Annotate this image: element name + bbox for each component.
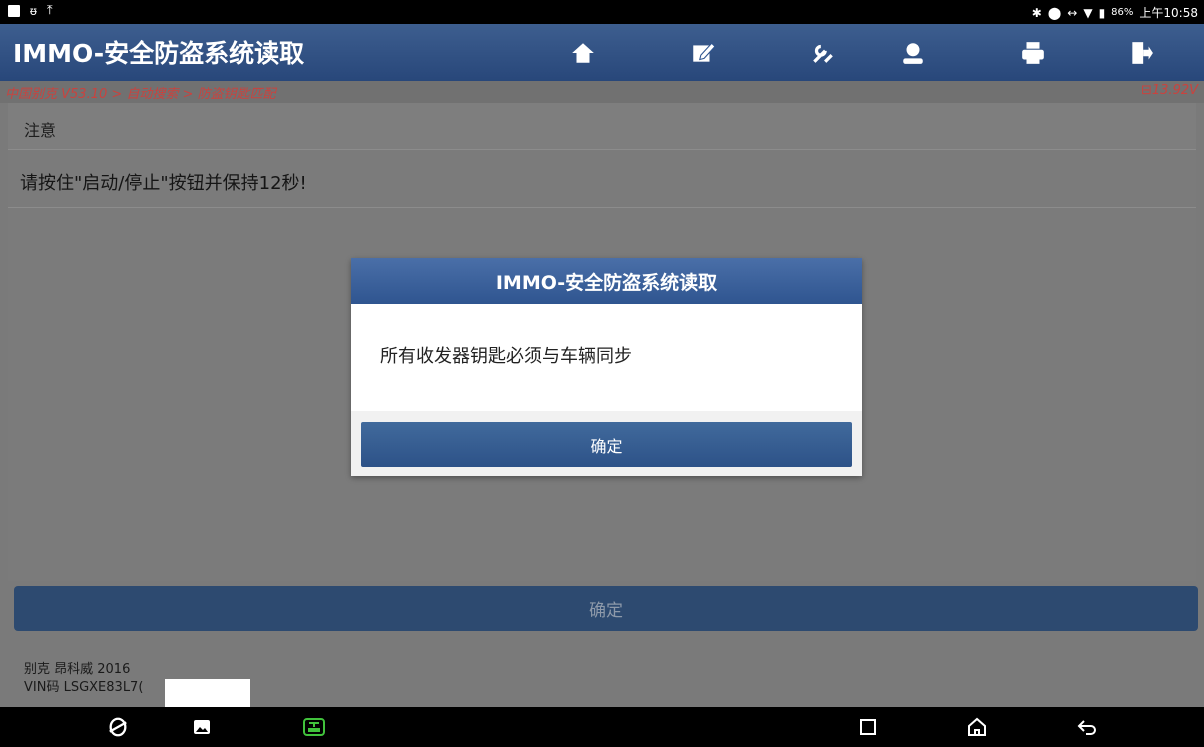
page-title: IMMO-安全防盗系统读取 <box>13 39 305 68</box>
home-nav-icon[interactable] <box>965 716 989 738</box>
gallery-icon[interactable] <box>190 716 214 738</box>
data-icon: ↔ <box>1067 5 1078 20</box>
alert-dialog: IMMO-安全防盗系统读取 所有收发器钥匙必须与车辆同步 确定 <box>351 258 862 476</box>
upload-icon: ⤒ <box>46 3 53 18</box>
battery-level: 86% <box>1111 7 1134 18</box>
dnd-icon: ⬤ <box>1047 5 1062 20</box>
dialog-ok-button[interactable]: 确定 <box>361 422 852 467</box>
voltage-value: 13.92V <box>1151 83 1198 98</box>
vin-number: VIN码 LSGXE83L7( <box>24 680 144 695</box>
back-icon[interactable] <box>1075 716 1099 738</box>
exit-icon <box>1132 41 1153 64</box>
vehicle-name: 别克 昂科威 2016 <box>24 662 131 677</box>
battery-icon: ▮ <box>1098 5 1106 20</box>
home-button[interactable] <box>520 24 646 81</box>
recents-icon[interactable] <box>856 716 880 738</box>
tools-icon <box>813 44 833 63</box>
nav-bar <box>0 707 1204 747</box>
instruction-row: 请按住"启动/停止"按钮并保持12秒! <box>8 150 1196 208</box>
browser-icon[interactable] <box>106 716 130 738</box>
panel-heading: 注意 <box>24 121 57 140</box>
user-button[interactable] <box>850 24 976 81</box>
vin-redaction <box>165 679 250 707</box>
dialog-message: 所有收发器钥匙必须与车辆同步 <box>380 346 632 367</box>
status-bar: ᵿ ⤒ ✱ ⬤ ↔ ▼ ▮ 86% 上午10:58 <box>0 0 1204 24</box>
user-icon <box>903 42 923 64</box>
battery-voltage: ⊟13.92V <box>1141 83 1198 98</box>
dialog-footer: 确定 <box>351 411 862 476</box>
instruction-text: 请按住"启动/停止"按钮并保持12秒! <box>20 173 307 194</box>
wifi-icon: ▼ <box>1083 5 1093 20</box>
home-icon <box>572 42 594 63</box>
dialog-title: IMMO-安全防盗系统读取 <box>351 258 862 304</box>
breadcrumb: 中国别克 V53.10 > 自动搜索 > 防盗钥匙匹配 ⊟13.92V <box>0 81 1204 103</box>
title-bar: IMMO-安全防盗系统读取 <box>0 24 1204 81</box>
photo-icon <box>8 4 20 17</box>
vci-icon[interactable] <box>302 716 326 738</box>
edit-icon <box>693 41 716 62</box>
exit-button[interactable] <box>1078 24 1204 81</box>
panel-header: 注意 <box>8 103 1196 150</box>
usb-icon: ᵿ <box>30 3 37 18</box>
confirm-button[interactable]: 确定 <box>14 586 1198 631</box>
vehicle-info: 别克 昂科威 2016 VIN码 LSGXE83L7( <box>24 661 143 697</box>
car-battery-icon: ⊟ <box>1140 83 1152 98</box>
print-icon <box>1022 41 1044 64</box>
clock: 上午10:58 <box>1139 6 1198 20</box>
breadcrumb-path: 中国别克 V53.10 > 自动搜索 > 防盗钥匙匹配 <box>5 87 276 102</box>
bluetooth-icon: ✱ <box>1031 5 1042 20</box>
edit-button[interactable] <box>640 24 766 81</box>
